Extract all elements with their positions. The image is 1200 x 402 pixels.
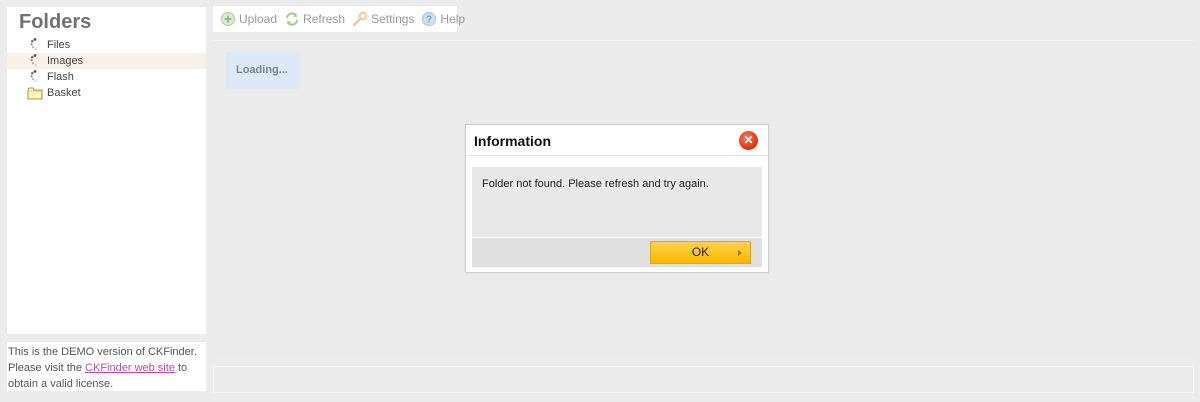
- information-dialog: Information ✕ Folder not found. Please r…: [465, 124, 769, 273]
- status-bar: [213, 366, 1194, 393]
- folders-panel: Folders Files Images Flash Basket: [7, 7, 206, 334]
- dialog-header: Information ✕: [466, 125, 768, 156]
- folder-icon: [27, 85, 43, 101]
- upload-label: Upload: [239, 12, 278, 26]
- toolbar: Upload Refresh Settings ? Help: [213, 6, 465, 32]
- loading-indicator: Loading...: [226, 52, 300, 89]
- folder-label: Images: [47, 55, 84, 67]
- upload-icon: [220, 11, 236, 27]
- dialog-title: Information: [474, 133, 551, 149]
- wrench-icon: [352, 11, 368, 27]
- ok-button[interactable]: OK: [650, 241, 751, 264]
- folder-item-images[interactable]: Images: [7, 53, 206, 69]
- close-icon: ✕: [743, 133, 754, 147]
- folder-item-flash[interactable]: Flash: [7, 69, 206, 85]
- close-button[interactable]: ✕: [739, 131, 758, 150]
- upload-button[interactable]: Upload: [220, 11, 277, 27]
- folder-label: Flash: [47, 71, 74, 83]
- refresh-button[interactable]: Refresh: [284, 11, 345, 27]
- folder-item-files[interactable]: Files: [7, 37, 206, 53]
- dialog-message: Folder not found. Please refresh and try…: [482, 178, 709, 190]
- help-icon: ?: [421, 11, 437, 27]
- folder-label: Basket: [47, 87, 81, 99]
- arrow-right-icon: [738, 250, 742, 256]
- folders-title: Folders: [19, 11, 92, 33]
- dialog-body: Folder not found. Please refresh and try…: [472, 167, 762, 237]
- folder-label: Files: [47, 39, 71, 51]
- loading-spinner-icon: [27, 53, 43, 69]
- folder-item-basket[interactable]: Basket: [7, 85, 206, 101]
- loading-spinner-icon: [27, 37, 43, 53]
- svg-text:?: ?: [426, 15, 432, 26]
- help-label: Help: [440, 12, 466, 26]
- refresh-label: Refresh: [303, 12, 346, 26]
- refresh-icon: [284, 11, 300, 27]
- ok-label: OK: [691, 245, 710, 259]
- ckfinder-website-link[interactable]: CKFinder web site: [85, 362, 175, 374]
- dialog-footer: OK: [472, 238, 762, 267]
- settings-label: Settings: [371, 12, 415, 26]
- loading-spinner-icon: [27, 69, 43, 85]
- settings-button[interactable]: Settings: [352, 11, 414, 27]
- demo-license-note: This is the DEMO version of CKFinder. Pl…: [7, 342, 206, 391]
- help-button[interactable]: ? Help: [421, 11, 465, 27]
- folder-tree: Files Images Flash Basket: [7, 37, 206, 101]
